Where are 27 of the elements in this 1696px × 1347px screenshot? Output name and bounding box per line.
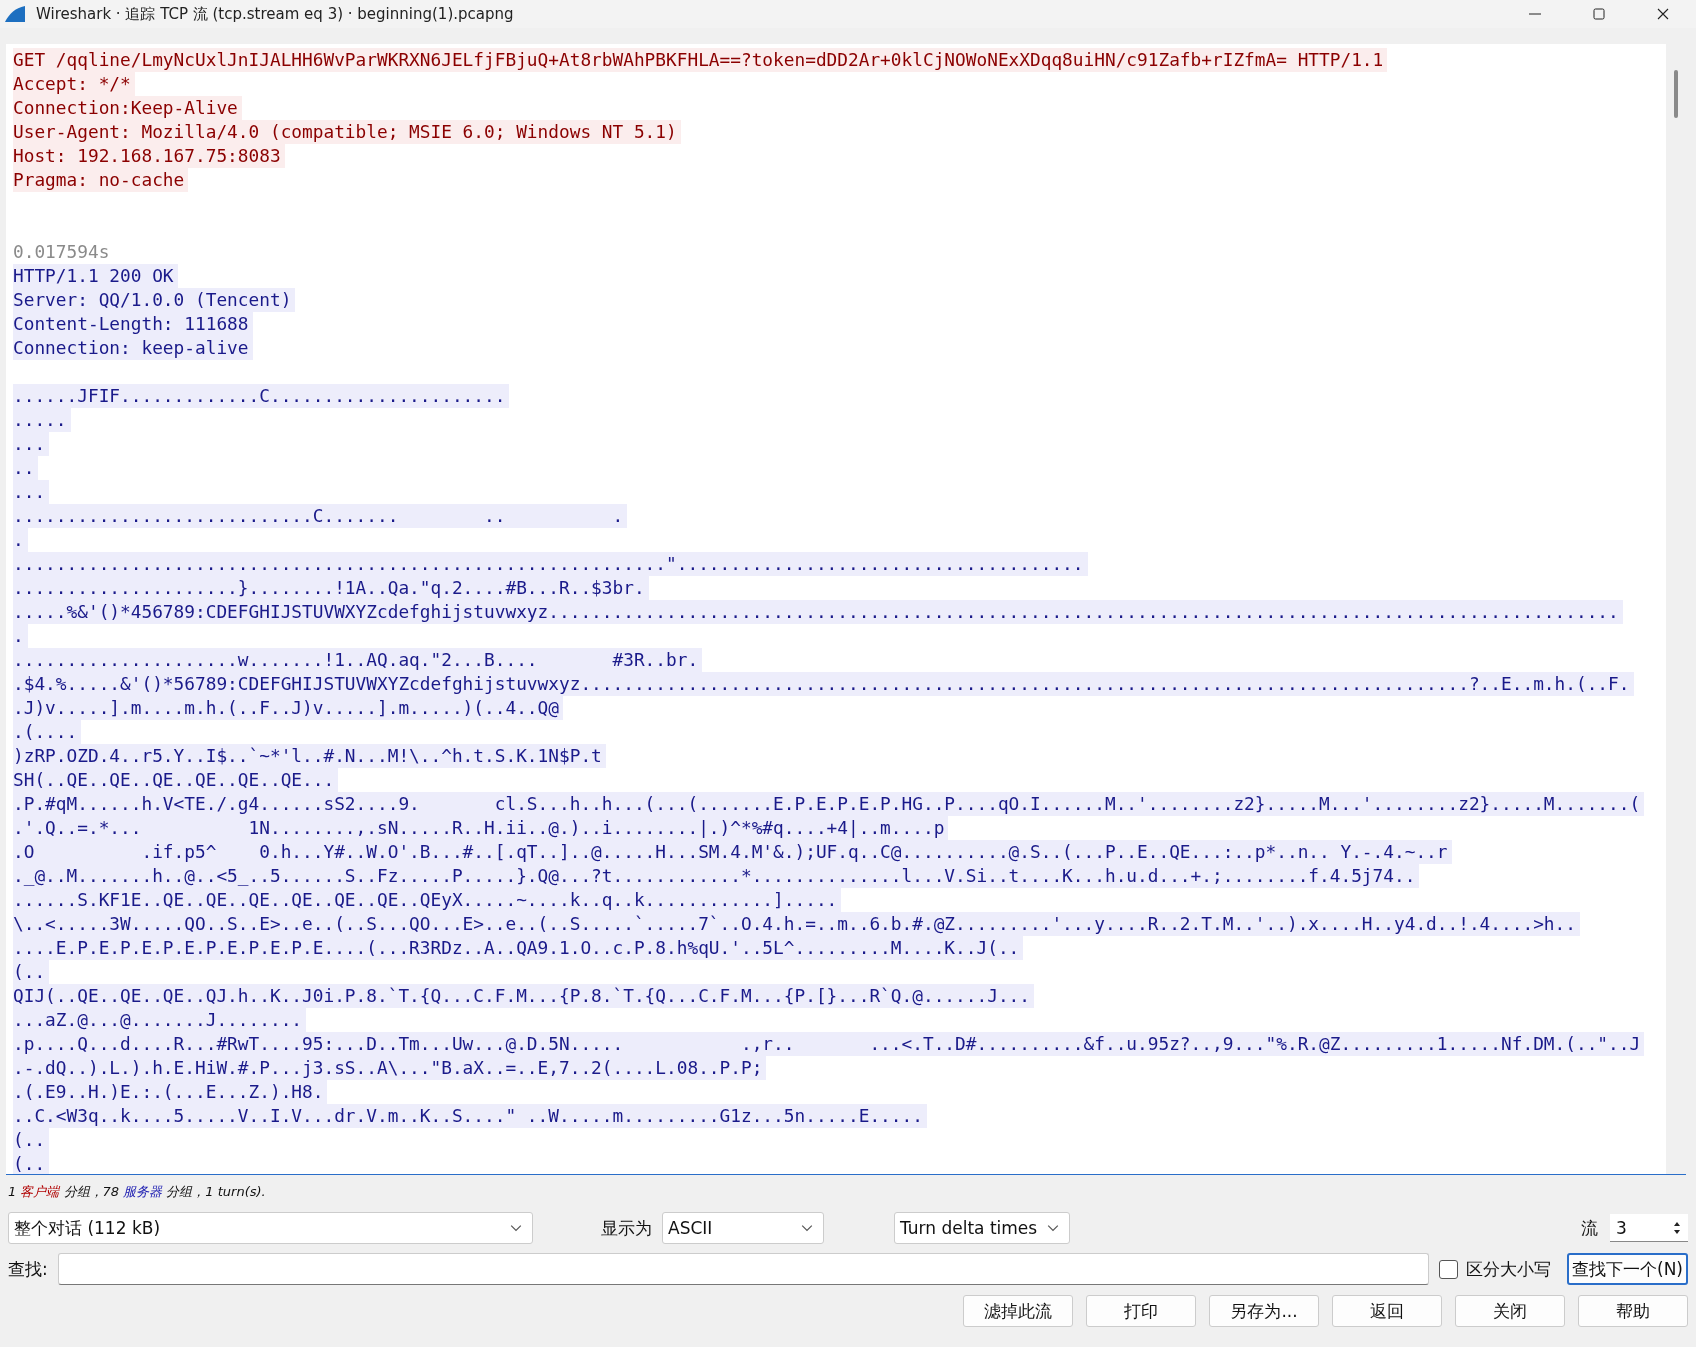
dialog-button[interactable]: 返回 [1332,1295,1442,1327]
show-as-dropdown[interactable]: ASCII [662,1212,824,1244]
app-icon [4,6,26,22]
stream-spinbox[interactable]: 3 [1610,1214,1688,1242]
find-field[interactable] [57,1253,1429,1285]
window-title: Wireshark · 追踪 TCP 流 (tcp.stream eq 3) · beginning(1).pcapng [36,4,514,24]
stream-label: 流 [1581,1216,1598,1240]
status-text: 1 客户端 分组，78 服务器 分组，1 turn(s). [8,1183,267,1201]
conversation-dropdown[interactable]: 整个对话 (112 kB) [8,1212,533,1244]
dialog-button[interactable]: 滤掉此流 [963,1295,1073,1327]
maximize-icon[interactable] [1592,7,1606,21]
dialog-button[interactable]: 打印 [1086,1295,1196,1327]
close-icon[interactable] [1656,7,1670,21]
find-next-button[interactable]: 查找下一个(N) [1567,1253,1688,1285]
case-checkbox-label[interactable]: 区分大小写 [1466,1257,1551,1281]
dialog-button[interactable]: 关闭 [1455,1295,1565,1327]
dialog-button[interactable]: 另存为... [1209,1295,1319,1327]
show-as-label: 显示为 [601,1216,652,1240]
chevron-icon [510,1224,522,1232]
chevron-icon [1047,1224,1059,1232]
dialog-button[interactable]: 帮助 [1578,1295,1688,1327]
case-checkbox[interactable] [1439,1259,1458,1279]
find-label: 查找: [8,1257,48,1281]
delta-times-dropdown[interactable]: Turn delta times [894,1212,1070,1244]
scrollbar-thumb[interactable] [1674,70,1678,118]
stream-line: 0.017594s [13,240,111,264]
chevron-icon [801,1224,813,1232]
